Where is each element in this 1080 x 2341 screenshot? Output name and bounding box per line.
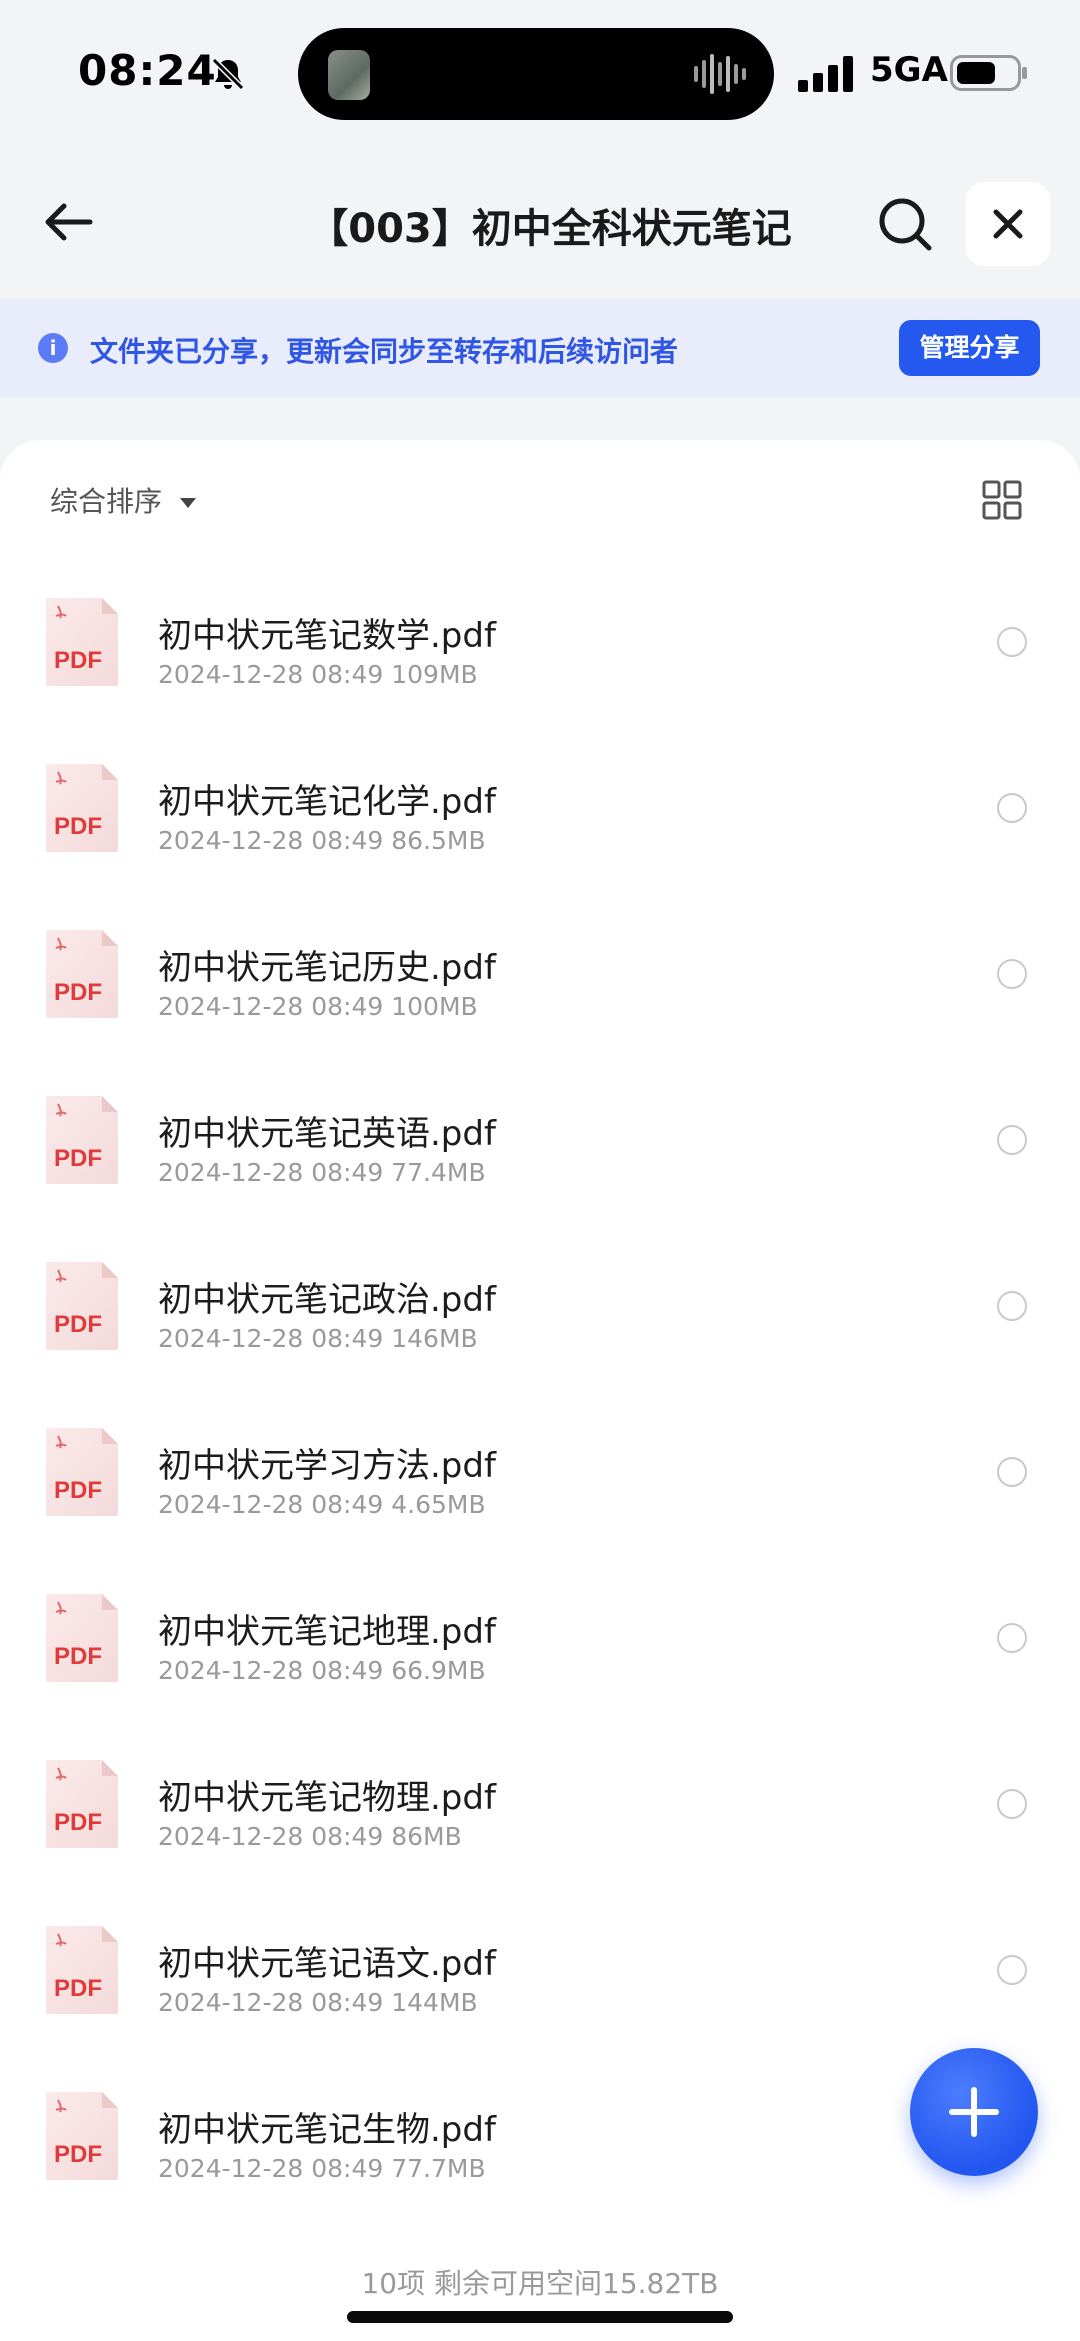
status-bar: 08:24 5GA [0, 0, 1080, 150]
file-name: 初中状元笔记语文.pdf [158, 1944, 496, 1984]
file-meta: 2024-12-28 08:49 66.9MB [158, 1656, 486, 1685]
search-icon[interactable] [875, 194, 935, 254]
pdf-badge-label: PDF [54, 1145, 102, 1172]
pdf-badge-label: PDF [54, 1311, 102, 1338]
file-name: 初中状元笔记英语.pdf [158, 1114, 496, 1154]
bell-muted-icon [211, 57, 245, 91]
share-notice-banner: i 文件夹已分享，更新会同步至转存和后续访问者 管理分享 [0, 298, 1080, 398]
page-title-text: 【003】初中全科状元笔记 [308, 206, 792, 252]
file-name: 初中状元学习方法.pdf [158, 1446, 496, 1486]
battery-icon [950, 55, 1027, 91]
file-row[interactable]: PDF 初中状元笔记化学.pdf 2024-12-28 08:49 86.5MB [0, 746, 1080, 912]
storage-summary: 10项 剩余可用空间15.82TB [361, 2267, 719, 2300]
pdf-file-icon: PDF [46, 930, 118, 1018]
pdf-file-icon: PDF [46, 1594, 118, 1682]
network-type: 5GA [870, 50, 948, 90]
sort-dropdown[interactable]: 综合排序 [50, 480, 197, 520]
file-list: PDF 初中状元笔记数学.pdf 2024-12-28 08:49 109MB … [0, 580, 1080, 2240]
pdf-badge-label: PDF [54, 1477, 102, 1504]
pdf-badge-label: PDF [54, 1975, 102, 2002]
file-row[interactable]: PDF 初中状元笔记地理.pdf 2024-12-28 08:49 66.9MB [0, 1576, 1080, 1742]
pdf-file-icon: PDF [46, 1428, 118, 1516]
file-row[interactable]: PDF 初中状元学习方法.pdf 2024-12-28 08:49 4.65MB [0, 1410, 1080, 1576]
plus-icon [949, 2087, 999, 2137]
file-list-card: 综合排序 PDF 初中状元笔记数学.pdf 2024-12-28 08:49 1… [0, 440, 1080, 2341]
file-name: 初中状元笔记政治.pdf [158, 1280, 496, 1320]
file-row[interactable]: PDF 初中状元笔记物理.pdf 2024-12-28 08:49 86MB [0, 1742, 1080, 1908]
select-radio[interactable] [997, 1125, 1027, 1155]
pdf-file-icon: PDF [46, 764, 118, 852]
file-name: 初中状元笔记物理.pdf [158, 1778, 496, 1818]
cellular-signal-icon [798, 56, 853, 92]
share-notice-text: 文件夹已分享，更新会同步至转存和后续访问者 [90, 335, 679, 368]
pdf-badge-label: PDF [54, 2141, 102, 2168]
pdf-file-icon: PDF [46, 2092, 118, 2180]
pdf-file-icon: PDF [46, 1096, 118, 1184]
file-meta: 2024-12-28 08:49 77.7MB [158, 2154, 486, 2183]
pdf-badge-label: PDF [54, 1809, 102, 1836]
file-row[interactable]: PDF 初中状元笔记数学.pdf 2024-12-28 08:49 109MB [0, 580, 1080, 746]
file-meta: 2024-12-28 08:49 86.5MB [158, 826, 486, 855]
pdf-file-icon: PDF [46, 1926, 118, 2014]
close-button[interactable] [966, 182, 1050, 266]
home-indicator [347, 2311, 733, 2323]
file-meta: 2024-12-28 08:49 109MB [158, 660, 478, 689]
pdf-badge-label: PDF [54, 1643, 102, 1670]
grid-view-icon[interactable] [982, 480, 1022, 520]
file-row[interactable]: PDF 初中状元笔记语文.pdf 2024-12-28 08:49 144MB [0, 1908, 1080, 2074]
add-button[interactable] [910, 2048, 1038, 2176]
manage-share-button[interactable]: 管理分享 [899, 320, 1040, 376]
now-playing-thumbnail [328, 50, 370, 100]
file-name: 初中状元笔记化学.pdf [158, 782, 496, 822]
pdf-badge-label: PDF [54, 979, 102, 1006]
select-radio[interactable] [997, 1291, 1027, 1321]
pdf-badge-label: PDF [54, 813, 102, 840]
select-radio[interactable] [997, 959, 1027, 989]
file-meta: 2024-12-28 08:49 86MB [158, 1822, 462, 1851]
select-radio[interactable] [997, 1789, 1027, 1819]
pdf-file-icon: PDF [46, 1262, 118, 1350]
file-row[interactable]: PDF 初中状元笔记政治.pdf 2024-12-28 08:49 146MB [0, 1244, 1080, 1410]
info-icon: i [38, 333, 68, 363]
file-meta: 2024-12-28 08:49 4.65MB [158, 1490, 486, 1519]
select-radio[interactable] [997, 793, 1027, 823]
file-meta: 2024-12-28 08:49 146MB [158, 1324, 478, 1353]
file-name: 初中状元笔记历史.pdf [158, 948, 496, 988]
select-radio[interactable] [997, 1457, 1027, 1487]
file-name: 初中状元笔记数学.pdf [158, 616, 496, 656]
file-meta: 2024-12-28 08:49 100MB [158, 992, 478, 1021]
pdf-badge-label: PDF [54, 647, 102, 674]
back-arrow-icon[interactable] [40, 194, 96, 250]
select-radio[interactable] [997, 1955, 1027, 1985]
pdf-file-icon: PDF [46, 1760, 118, 1848]
file-meta: 2024-12-28 08:49 77.4MB [158, 1158, 486, 1187]
select-radio[interactable] [997, 1623, 1027, 1653]
audio-wave-icon [694, 54, 746, 94]
sort-label: 综合排序 [50, 485, 163, 518]
file-name: 初中状元笔记生物.pdf [158, 2110, 496, 2150]
status-time: 08:24 [78, 46, 217, 95]
pdf-file-icon: PDF [46, 598, 118, 686]
dynamic-island [298, 28, 774, 120]
file-row[interactable]: PDF 初中状元笔记英语.pdf 2024-12-28 08:49 77.4MB [0, 1078, 1080, 1244]
select-radio[interactable] [997, 627, 1027, 657]
caret-down-icon [180, 498, 197, 508]
file-name: 初中状元笔记地理.pdf [158, 1612, 496, 1652]
close-icon [993, 209, 1023, 239]
top-app-bar: 【003】初中全科状元笔记 [0, 150, 1080, 298]
file-meta: 2024-12-28 08:49 144MB [158, 1988, 478, 2017]
file-row[interactable]: PDF 初中状元笔记历史.pdf 2024-12-28 08:49 100MB [0, 912, 1080, 1078]
